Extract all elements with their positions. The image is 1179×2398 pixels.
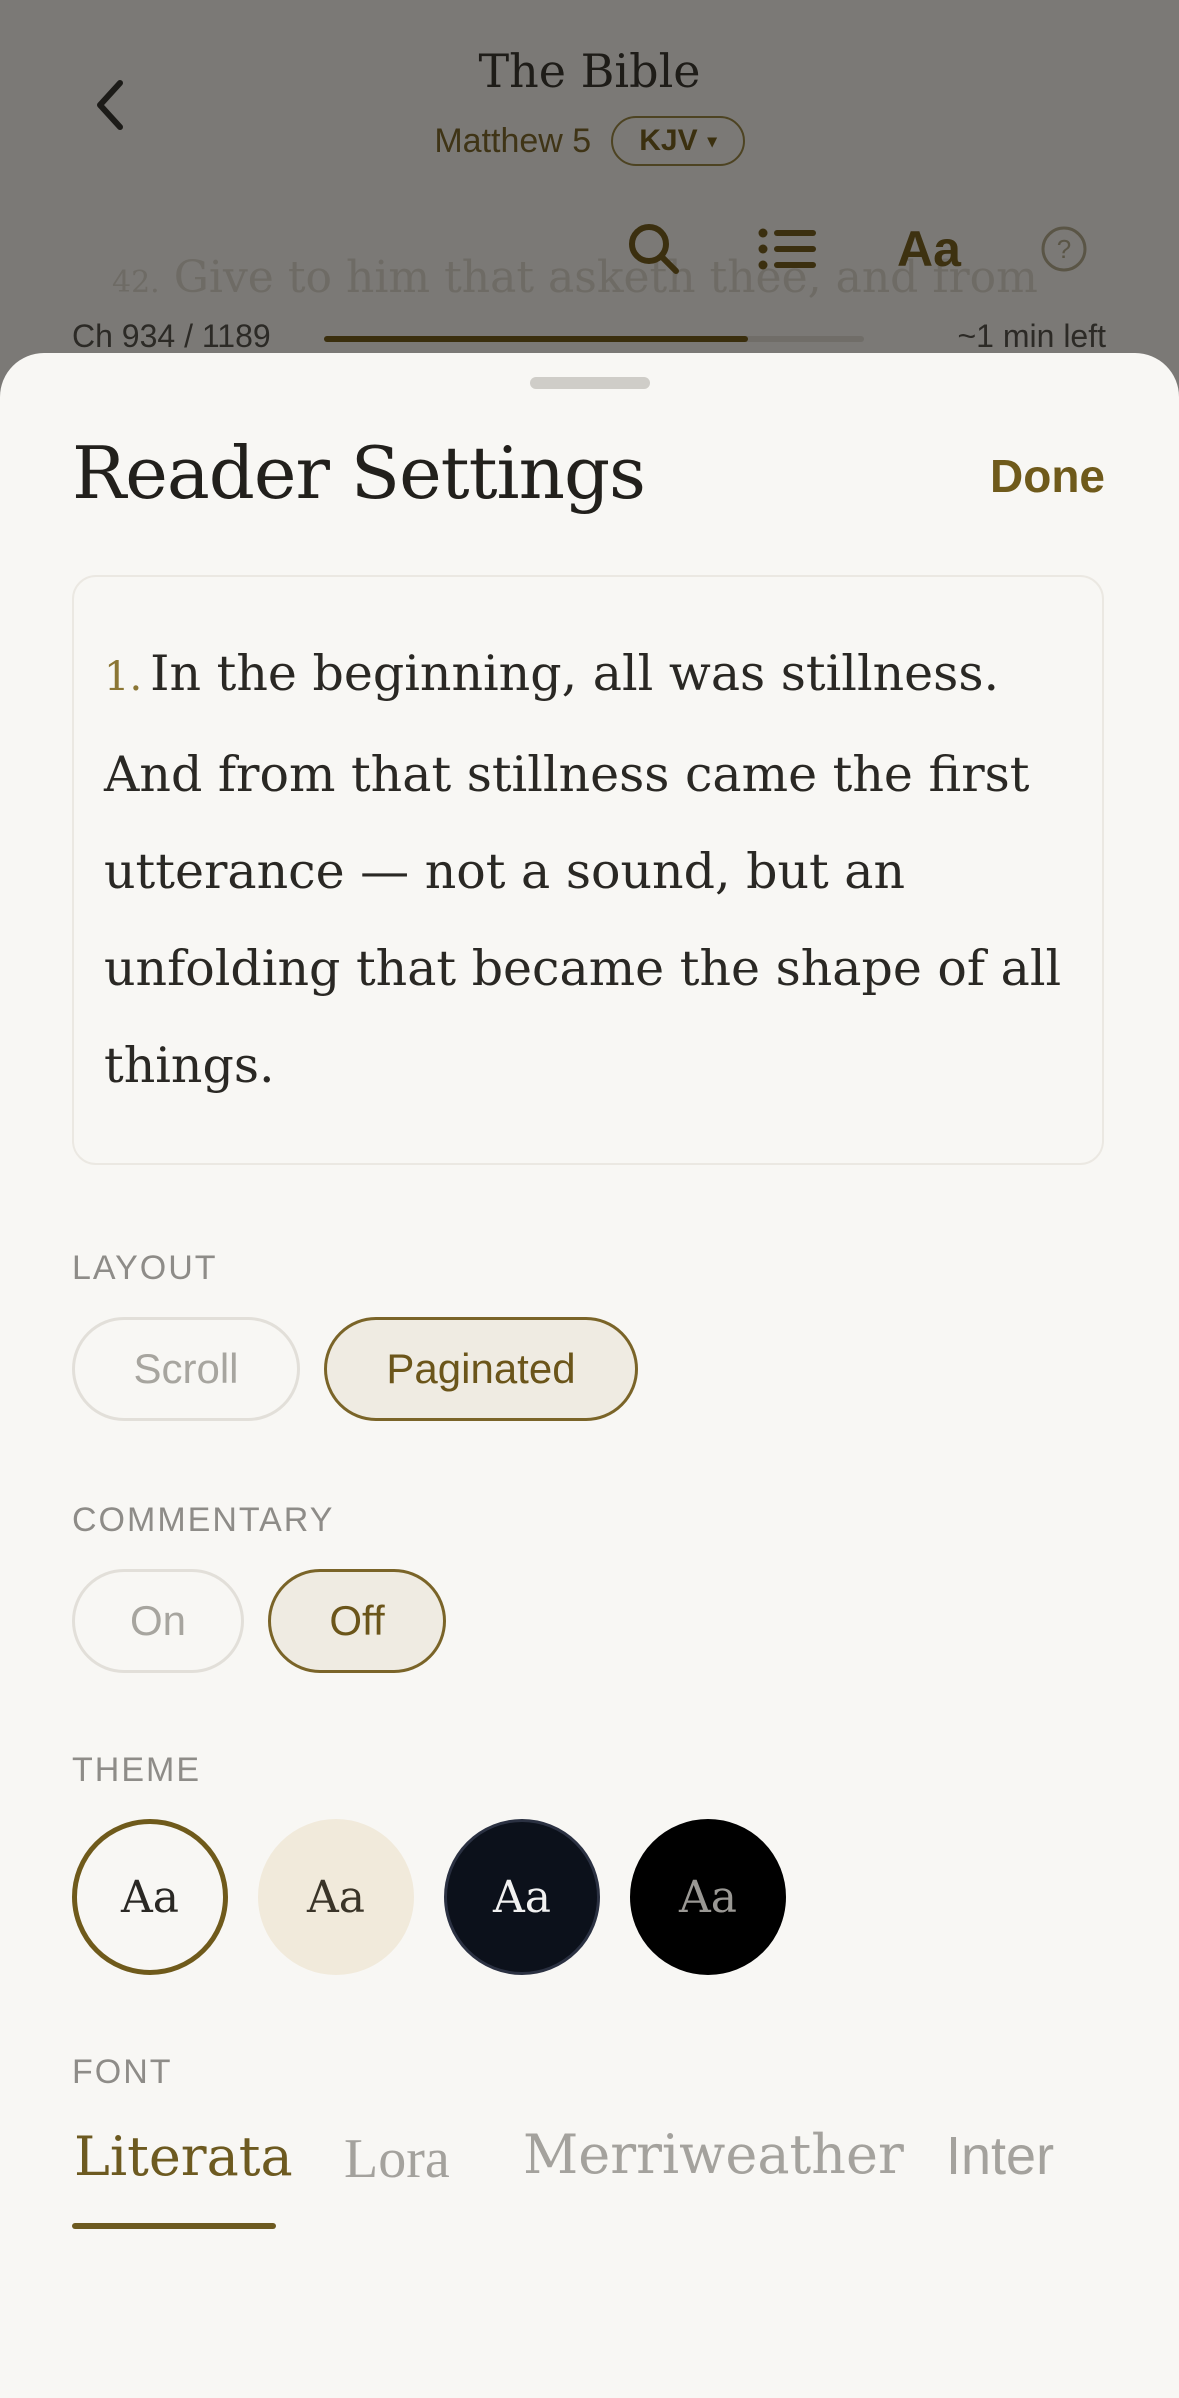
text-settings-button[interactable]: Aa [888, 214, 970, 284]
help-icon: ? [1041, 226, 1087, 272]
version-selector[interactable]: KJV ▾ [611, 116, 745, 166]
help-button[interactable]: ? [1038, 214, 1090, 284]
theme-label: THEME [72, 1751, 201, 1789]
theme-navy[interactable]: Aa [444, 1819, 600, 1975]
chapter-progress-label: Ch 934 / 1189 [72, 318, 271, 354]
book-title: The Bible [478, 44, 701, 98]
theme-light[interactable]: Aa [72, 1819, 228, 1975]
font-label: FONT [72, 2053, 173, 2091]
preview-verse-number: 1. [104, 654, 143, 700]
layout-label: LAYOUT [72, 1249, 218, 1287]
layout-option-scroll[interactable]: Scroll [72, 1317, 300, 1421]
reading-progress: Ch 934 / 1189 ~1 min left [72, 318, 1106, 358]
done-button[interactable]: Done [990, 449, 1105, 503]
commentary-segmented-control: On Off [72, 1569, 472, 1673]
reader-settings-sheet: Reader Settings Done 1. In the beginning,… [0, 353, 1179, 2398]
search-button[interactable] [620, 214, 688, 284]
contents-button[interactable] [756, 214, 820, 284]
font-selected-indicator [72, 2223, 276, 2229]
font-option-merriweather[interactable]: Merriweather [523, 2123, 904, 2186]
preview-verse-text: In the beginning, all was stillness. And… [104, 645, 1062, 1094]
reader-toolbar: Aa ? [0, 214, 1179, 284]
layout-segmented-control: Scroll Paginated [72, 1317, 652, 1421]
commentary-option-on[interactable]: On [72, 1569, 244, 1673]
list-icon [758, 228, 816, 270]
preview-card: 1. In the beginning, all was stillness. A… [72, 575, 1104, 1165]
sheet-grabber[interactable] [530, 377, 650, 389]
sheet-title: Reader Settings [72, 431, 646, 515]
text-size-icon: Aa [897, 221, 961, 277]
chapter-row: Matthew 5 KJV ▾ [0, 116, 1179, 166]
progress-fill [324, 336, 749, 342]
commentary-label: COMMENTARY [72, 1501, 335, 1539]
theme-options: Aa Aa Aa Aa [72, 1819, 792, 1975]
chapter-reference[interactable]: Matthew 5 [434, 122, 591, 161]
font-option-lora[interactable]: Lora [344, 2127, 450, 2191]
version-label: KJV [639, 124, 698, 157]
search-icon [629, 224, 679, 274]
progress-track[interactable] [324, 336, 864, 342]
time-left-label: ~1 min left [957, 318, 1106, 354]
theme-sepia[interactable]: Aa [258, 1819, 414, 1975]
theme-black[interactable]: Aa [630, 1819, 786, 1975]
preview-text: 1. In the beginning, all was stillness. A… [104, 625, 1084, 1114]
font-options: Literata Lora Merriweather Inter [72, 2117, 1112, 2237]
font-option-literata[interactable]: Literata [74, 2125, 293, 2188]
commentary-option-off[interactable]: Off [268, 1569, 446, 1673]
layout-option-paginated[interactable]: Paginated [324, 1317, 638, 1421]
caret-down-icon: ▾ [707, 130, 717, 151]
font-option-inter[interactable]: Inter [946, 2125, 1054, 2187]
help-mark: ? [1057, 234, 1071, 264]
